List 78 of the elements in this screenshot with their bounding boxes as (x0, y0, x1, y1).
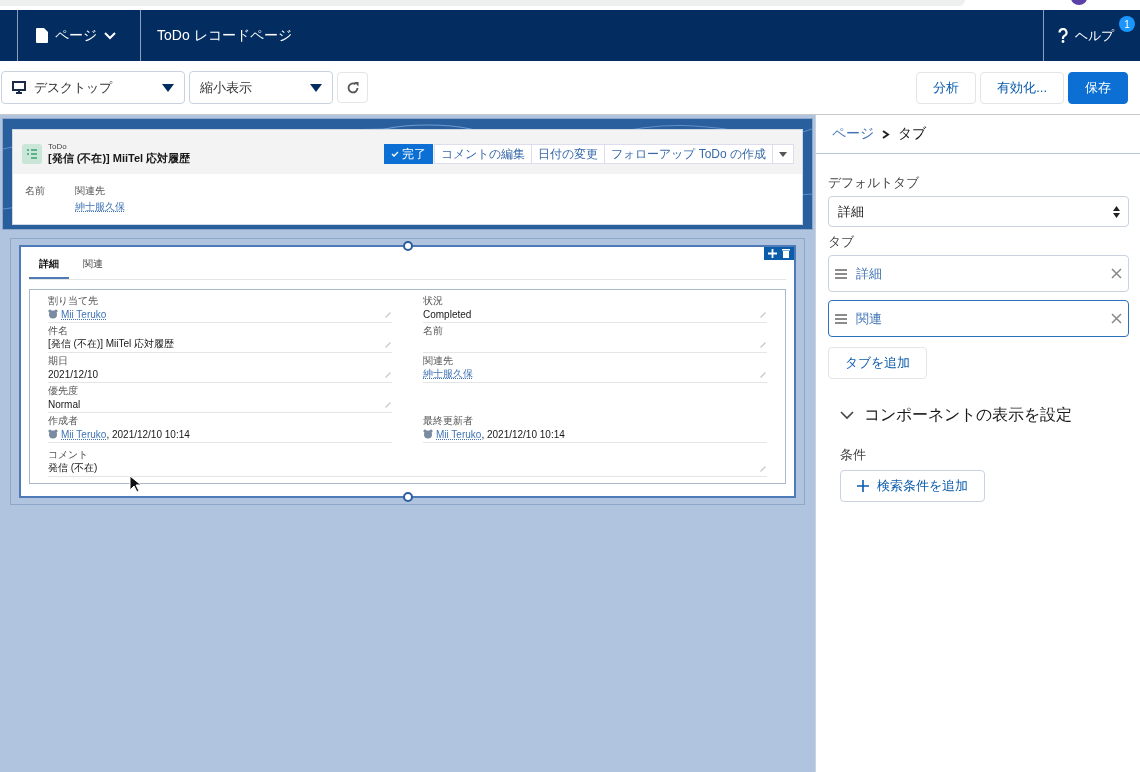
more-actions-button[interactable] (772, 144, 794, 164)
notification-badge: 1 (1119, 16, 1135, 32)
breadcrumb-current: タブ (898, 125, 926, 143)
field-label: 優先度 (48, 385, 79, 397)
field-label: 条件 (840, 446, 866, 464)
action-button[interactable]: 日付の変更 (531, 144, 606, 164)
plus-icon (857, 480, 869, 492)
add-filter-button[interactable]: 検索条件を追加 (840, 470, 985, 502)
mouse-cursor-icon (129, 475, 141, 493)
toolbar-button[interactable]: 分析 (916, 71, 977, 104)
resize-handle[interactable] (402, 241, 413, 251)
user-avatar-icon (48, 309, 58, 319)
record-link[interactable]: 紳士服久保 (75, 200, 125, 214)
tab[interactable]: 詳細 (29, 251, 69, 279)
move-icon[interactable] (768, 249, 777, 258)
record-link[interactable]: 紳士服久保 (423, 367, 473, 381)
field-value: , 2021/12/10 10:14 (106, 428, 190, 440)
sort-arrows-icon (1113, 205, 1120, 218)
user-link[interactable]: Mii Teruko (61, 308, 107, 320)
refresh-icon (345, 80, 360, 95)
field-label: 件名 (48, 325, 69, 337)
close-icon[interactable] (1111, 313, 1122, 324)
page-title: ToDo レコードページ (157, 26, 293, 45)
field-label: 期日 (48, 355, 69, 367)
tab-item-label: 関連 (856, 309, 882, 328)
help-icon (1058, 28, 1068, 43)
device-dropdown[interactable]: デスクトップ (1, 71, 185, 104)
document-icon (36, 28, 48, 43)
drag-handle-icon[interactable] (835, 313, 847, 324)
field-label: 名前 (423, 325, 444, 337)
default-tab-select[interactable]: 詳細 (828, 196, 1129, 227)
view-dropdown[interactable]: 縮小表示 (189, 71, 333, 104)
breadcrumb-link[interactable]: ページ (832, 125, 874, 143)
field-label: デフォルトタブ (828, 174, 920, 192)
caret-icon (310, 83, 322, 92)
check-icon (391, 151, 400, 157)
field-label: 最終更新者 (423, 415, 474, 427)
caret-icon (779, 151, 787, 157)
user-avatar-icon (48, 429, 58, 439)
field-label: タブ (828, 233, 855, 251)
field-value: , 2021/12/10 10:14 (481, 428, 565, 440)
caret-icon (162, 83, 174, 92)
record-title: [発信 (不在)] MiiTel 応対履歴 (48, 151, 191, 166)
action-button[interactable]: フォローアップ ToDo の作成 (604, 144, 773, 164)
chevron-down-icon (104, 31, 116, 40)
tab[interactable]: 関連 (73, 251, 113, 279)
action-button[interactable]: コメントの編集 (434, 144, 533, 164)
field-label: 作成者 (48, 415, 79, 427)
field-value: [発信 (不在)] MiiTel 応対履歴 (48, 337, 175, 351)
add-tab-button[interactable]: タブを追加 (828, 347, 927, 379)
field-label: 関連先 (75, 184, 106, 198)
field-label: 関連先 (423, 355, 454, 367)
field-value: Normal (48, 398, 81, 410)
tab-item-label: 詳細 (856, 264, 882, 283)
drag-handle-icon[interactable] (835, 268, 847, 279)
field-label: 名前 (25, 184, 45, 198)
field-value: 発信 (不在) (48, 461, 98, 475)
user-avatar-icon (423, 429, 433, 439)
field-label: 割り当て先 (48, 295, 99, 307)
object-label: ToDo (48, 142, 68, 151)
delete-icon[interactable] (782, 249, 790, 258)
resize-handle[interactable] (402, 492, 413, 502)
refresh-button[interactable] (337, 72, 368, 103)
toolbar-button[interactable]: 有効化... (980, 71, 1064, 104)
toolbar-button[interactable]: 保存 (1068, 71, 1128, 104)
tab-item[interactable]: 詳細 (828, 255, 1129, 292)
close-icon[interactable] (1111, 268, 1122, 279)
action-button[interactable]: 完了 (384, 144, 434, 164)
tab-item[interactable]: 関連 (828, 300, 1129, 337)
chevron-right-icon (882, 129, 890, 139)
field-value: Completed (423, 308, 472, 320)
monitor-icon (12, 81, 26, 94)
field-label: 状況 (423, 295, 444, 307)
task-icon (22, 144, 42, 164)
section-toggle[interactable]: コンポーネントの表示を設定 (840, 405, 1072, 426)
field-value: 2021/12/10 (48, 368, 99, 380)
chevron-down-icon (840, 411, 854, 420)
field-label: コメント (48, 449, 89, 461)
